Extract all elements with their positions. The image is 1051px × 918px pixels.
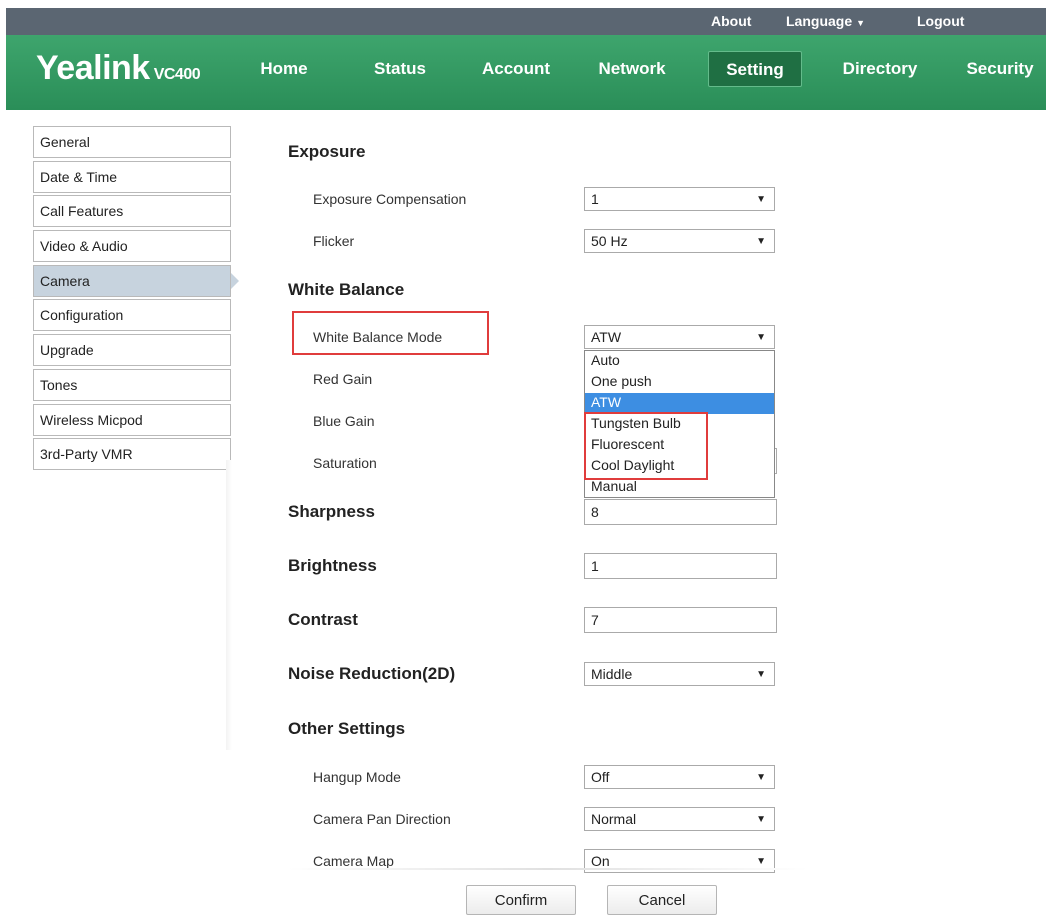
nav-status[interactable]: Status: [360, 51, 440, 87]
main-header: Yealink VC400 Home Status Account Network…: [6, 35, 1046, 110]
sidebar-item-wireless-micpod[interactable]: Wireless Micpod: [33, 403, 231, 436]
logo-model: VC400: [153, 66, 201, 83]
white-balance-mode-value: ATW: [591, 329, 622, 345]
option-one-push[interactable]: One push: [585, 372, 774, 393]
camera-pan-direction-select[interactable]: Normal ▼: [584, 807, 775, 831]
sidebar-item-call-features[interactable]: Call Features: [33, 195, 231, 228]
nav-account[interactable]: Account: [472, 51, 560, 87]
dropdown-arrow-icon: ▼: [756, 194, 766, 205]
nav-network[interactable]: Network: [586, 51, 678, 87]
hangup-mode-value: Off: [591, 769, 610, 785]
dropdown-arrow-icon: ▼: [756, 236, 766, 247]
contrast-input[interactable]: 7: [584, 607, 777, 633]
option-auto[interactable]: Auto: [585, 351, 774, 372]
chevron-down-icon: ▼: [856, 18, 866, 28]
nav-security[interactable]: Security: [956, 51, 1044, 87]
sidebar-item-camera[interactable]: Camera: [33, 264, 239, 297]
noise-reduction-select[interactable]: Middle ▼: [584, 662, 775, 686]
nav-directory[interactable]: Directory: [828, 51, 932, 87]
white-balance-mode-label: White Balance Mode: [313, 329, 443, 345]
white-balance-heading: White Balance: [288, 280, 405, 299]
dropdown-arrow-icon: ▼: [756, 814, 766, 825]
sidebar-item-general[interactable]: General: [33, 126, 231, 158]
dropdown-arrow-icon: ▼: [756, 856, 766, 867]
about-link[interactable]: About: [711, 13, 751, 29]
hangup-mode-select[interactable]: Off ▼: [584, 765, 775, 789]
sidebar-item-upgrade[interactable]: Upgrade: [33, 334, 231, 367]
sharpness-heading: Sharpness: [288, 502, 375, 521]
exposure-heading: Exposure: [288, 142, 366, 161]
sidebar-divider: [226, 460, 232, 750]
option-manual[interactable]: Manual: [585, 477, 774, 498]
option-cool-daylight[interactable]: Cool Daylight: [585, 456, 774, 477]
blue-gain-label: Blue Gain: [313, 413, 375, 429]
camera-map-label: Camera Map: [313, 853, 394, 869]
logout-link[interactable]: Logout: [917, 13, 964, 29]
flicker-label: Flicker: [313, 233, 355, 249]
dropdown-arrow-icon: ▼: [756, 669, 766, 680]
contrast-heading: Contrast: [288, 610, 358, 629]
top-utility-bar: About Language ▼ Logout: [6, 8, 1046, 35]
logo-brand: Yealink: [36, 49, 150, 87]
camera-pan-direction-value: Normal: [591, 811, 637, 827]
saturation-label: Saturation: [313, 455, 377, 471]
yealink-logo: Yealink VC400: [36, 49, 201, 88]
hangup-mode-label: Hangup Mode: [313, 769, 401, 785]
sidebar-item-date-time[interactable]: Date & Time: [33, 160, 231, 193]
cancel-button[interactable]: Cancel: [607, 885, 717, 915]
camera-pan-direction-label: Camera Pan Direction: [313, 811, 451, 827]
noise-reduction-value: Middle: [591, 666, 633, 682]
flicker-value: 50 Hz: [591, 233, 628, 249]
exposure-compensation-label: Exposure Compensation: [313, 191, 467, 207]
exposure-compensation-select[interactable]: 1 ▼: [584, 187, 775, 211]
language-menu[interactable]: Language ▼: [786, 13, 865, 29]
white-balance-mode-select[interactable]: ATW ▼: [584, 325, 775, 349]
red-gain-label: Red Gain: [313, 371, 373, 387]
sidebar-item-tones[interactable]: Tones: [33, 368, 231, 401]
dropdown-arrow-icon: ▼: [756, 772, 766, 783]
dropdown-arrow-icon: ▼: [756, 332, 766, 343]
option-fluorescent[interactable]: Fluorescent: [585, 435, 774, 456]
exposure-compensation-value: 1: [591, 191, 599, 207]
other-settings-heading: Other Settings: [288, 719, 406, 738]
brightness-input[interactable]: 1: [584, 553, 777, 579]
nav-setting[interactable]: Setting: [708, 51, 802, 87]
option-atw[interactable]: ATW: [585, 393, 774, 414]
footer-divider: [288, 868, 808, 870]
language-label: Language: [786, 13, 853, 29]
brightness-heading: Brightness: [288, 556, 377, 575]
sidebar-item-video-audio[interactable]: Video & Audio: [33, 230, 231, 263]
white-balance-mode-options: Auto One push ATW Tungsten Bulb Fluoresc…: [584, 350, 775, 498]
camera-map-value: On: [591, 853, 610, 869]
nav-home[interactable]: Home: [246, 51, 322, 87]
flicker-select[interactable]: 50 Hz ▼: [584, 229, 775, 253]
confirm-button[interactable]: Confirm: [466, 885, 576, 915]
sidebar-item-configuration[interactable]: Configuration: [33, 299, 231, 332]
noise-reduction-heading: Noise Reduction(2D): [288, 664, 456, 683]
sidebar-item-3rd-party-vmr[interactable]: 3rd-Party VMR: [33, 438, 231, 471]
option-tungsten-bulb[interactable]: Tungsten Bulb: [585, 414, 774, 435]
sharpness-input[interactable]: 8: [584, 499, 777, 525]
settings-sidebar: General Date & Time Call Features Video …: [33, 126, 239, 473]
